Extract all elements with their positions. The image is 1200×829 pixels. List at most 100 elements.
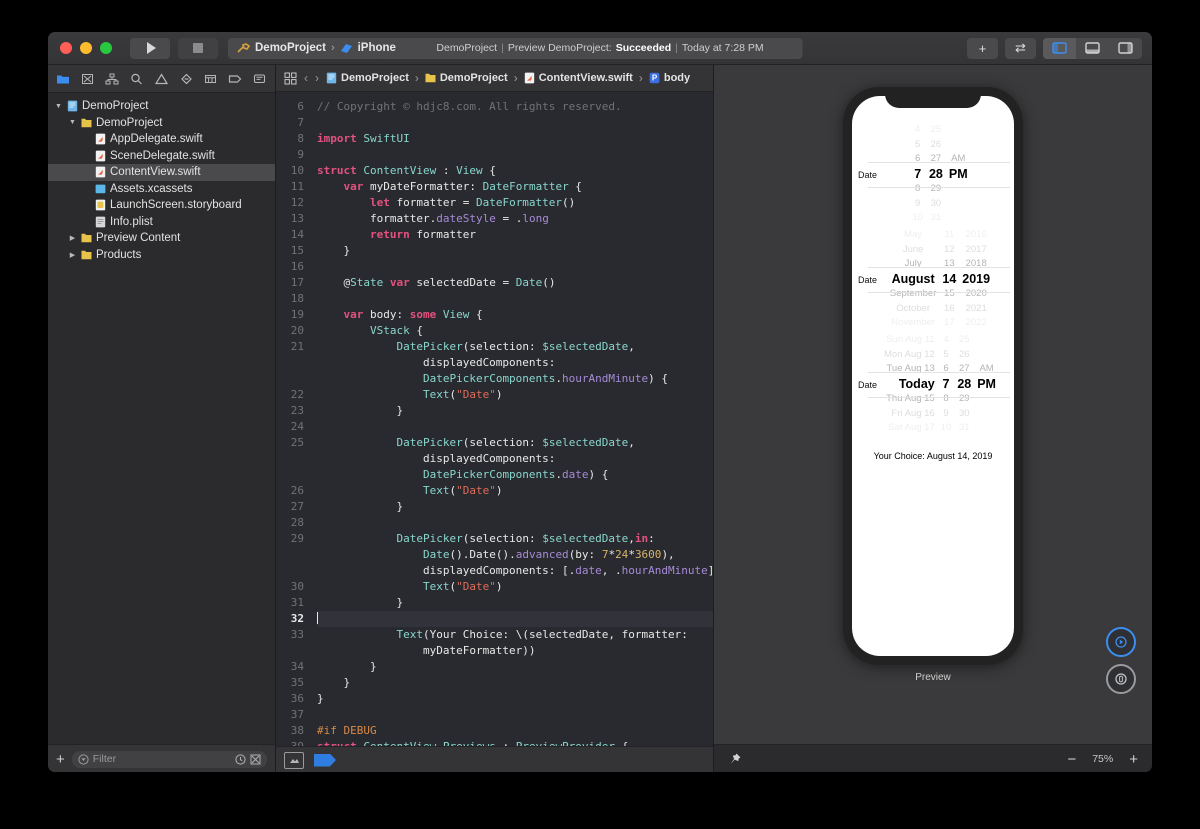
add-file-button[interactable]: + <box>56 751 65 768</box>
symbol-navigator-tab[interactable] <box>101 68 124 89</box>
picker-item[interactable]: Mon Aug 12 <box>884 348 935 363</box>
picker-item[interactable] <box>957 182 960 197</box>
picker-item[interactable]: 13 <box>944 257 955 272</box>
code-line[interactable]: DatePicker(selection: $selectedDate, <box>317 435 713 451</box>
tree-item-selected[interactable]: ▶ContentView.swift <box>48 164 275 181</box>
find-navigator-tab[interactable] <box>126 68 149 89</box>
breadcrumb-item[interactable]: ContentView.swift <box>524 72 633 84</box>
picker-item[interactable]: 25 <box>931 123 942 138</box>
tree-item[interactable]: ▶ Products <box>48 247 275 264</box>
code-line[interactable]: #if DEBUG <box>317 723 713 739</box>
picker-item[interactable]: May <box>904 228 922 243</box>
debug-navigator-tab[interactable] <box>199 68 222 89</box>
add-editor-button[interactable]: + <box>967 37 998 59</box>
picker-item[interactable]: 26 <box>931 138 942 153</box>
picker-item[interactable]: AM <box>951 152 965 167</box>
picker-item[interactable]: 6 <box>915 152 920 167</box>
picker-item[interactable]: 10 <box>912 211 923 226</box>
picker-item[interactable]: Today <box>899 377 935 392</box>
picker-item[interactable]: 16 <box>944 302 955 317</box>
picker-item[interactable]: PM <box>949 167 968 182</box>
code-line[interactable]: DatePicker(selection: $selectedDate, <box>317 339 713 355</box>
picker-wheel-hour[interactable]: 4 5 6 7 8 9 10 <box>912 123 923 226</box>
code-line[interactable]: return formatter <box>317 227 713 243</box>
picker-item[interactable]: 2020 <box>966 287 987 302</box>
code-line[interactable]: struct ContentView : View { <box>317 163 713 179</box>
breadcrumb-item[interactable]: DemoProject <box>425 72 508 84</box>
maximize-button[interactable] <box>100 42 112 54</box>
picker-item[interactable]: 2022 <box>966 316 987 331</box>
breakpoint-navigator-tab[interactable] <box>224 68 247 89</box>
picker-item[interactable]: Fri Aug 16 <box>891 407 934 422</box>
date-picker[interactable]: Date May June July August September October Nov… <box>852 227 1014 332</box>
tree-item[interactable]: ▼ DemoProject <box>48 98 275 115</box>
picker-item[interactable] <box>985 407 988 422</box>
disclosure-triangle[interactable]: ▶ <box>68 251 77 259</box>
picker-item[interactable]: PM <box>977 377 996 392</box>
picker-item[interactable]: 6 <box>943 362 948 377</box>
picker-wheel-hour[interactable]: 4 5 6 7 8 9 10 <box>941 333 952 436</box>
picker-item[interactable]: November <box>891 316 935 331</box>
issue-navigator-tab[interactable] <box>150 68 173 89</box>
code-line[interactable]: } <box>317 403 713 419</box>
scheme-selector[interactable]: DemoProject › iPhone Xʀ <box>228 37 423 59</box>
picker-item[interactable] <box>957 211 960 226</box>
picker-item[interactable]: 27 <box>931 152 942 167</box>
related-items-icon[interactable] <box>284 72 297 85</box>
date-picker[interactable]: Date 4 5 6 7 8 9 10 25 26 27 28 29 30 31 AM PM <box>852 122 1014 227</box>
code-line[interactable]: Date().Date().advanced(by: 7*24*3600), <box>317 547 713 563</box>
zoom-out-button[interactable]: − <box>1067 751 1076 768</box>
minimize-button[interactable] <box>80 42 92 54</box>
code-line[interactable]: } <box>317 691 713 707</box>
picker-wheel-meridiem[interactable]: AM PM <box>949 123 968 226</box>
code-line[interactable]: var body: some View { <box>317 307 713 323</box>
picker-item[interactable]: 7 <box>914 167 921 182</box>
picker-item[interactable]: September <box>890 287 936 302</box>
picker-item[interactable]: 28 <box>957 377 971 392</box>
picker-item[interactable]: 30 <box>959 407 970 422</box>
code-line[interactable]: let formatter = DateFormatter() <box>317 195 713 211</box>
code-line[interactable] <box>317 515 713 531</box>
filter-field[interactable]: Filter <box>71 750 267 768</box>
picker-wheel-month[interactable]: May June July August September October Novembe… <box>890 228 936 331</box>
picker-item[interactable] <box>985 392 988 407</box>
picker-item[interactable]: 15 <box>944 287 955 302</box>
picker-wheel-day[interactable]: 11 12 13 14 15 16 17 <box>942 228 956 331</box>
code-line[interactable]: DatePickerComponents.hourAndMinute) { <box>317 371 713 387</box>
disclosure-triangle[interactable]: ▼ <box>68 119 77 126</box>
picker-item[interactable]: 27 <box>959 362 970 377</box>
code-line[interactable]: Text("Date") <box>317 483 713 499</box>
picker-item[interactable]: 4 <box>943 333 948 348</box>
code-line[interactable]: var myDateFormatter: DateFormatter { <box>317 179 713 195</box>
breadcrumb-item[interactable]: DemoProject <box>326 72 409 84</box>
code-line[interactable]: // Copyright © hdjc8.com. All rights res… <box>317 99 713 115</box>
picker-item[interactable]: 5 <box>943 348 948 363</box>
live-preview-button[interactable] <box>1106 627 1136 657</box>
picker-item[interactable]: 7 <box>943 377 950 392</box>
picker-wheel-day[interactable]: Sun Aug 11 Mon Aug 12 Tue Aug 13 Today Thu A… <box>884 333 935 436</box>
picker-item[interactable]: 11 <box>944 228 954 243</box>
run-button[interactable] <box>130 37 170 59</box>
picker-item[interactable]: 8 <box>915 182 920 197</box>
tree-item[interactable]: ▶Assets.xcassets <box>48 181 275 198</box>
picker-wheel-minute[interactable]: 25 26 27 28 29 30 31 <box>929 123 943 226</box>
picker-item[interactable]: 9 <box>943 407 948 422</box>
picker-item[interactable]: 2021 <box>966 302 987 317</box>
zoom-in-button[interactable]: + <box>1129 751 1138 768</box>
code-line[interactable]: } <box>317 595 713 611</box>
code-line[interactable]: Text(Your Choice: \(selectedDate, format… <box>317 627 713 643</box>
picker-item[interactable] <box>957 197 960 212</box>
picker-item[interactable]: 17 <box>944 316 955 331</box>
picker-item[interactable] <box>957 123 960 138</box>
picker-item[interactable]: 14 <box>942 272 956 287</box>
picker-item[interactable]: 2019 <box>962 272 990 287</box>
code-line[interactable] <box>317 419 713 435</box>
code-line[interactable] <box>317 147 713 163</box>
code-line[interactable]: struct ContentView_Previews : PreviewPro… <box>317 739 713 746</box>
picker-item[interactable]: 29 <box>959 392 970 407</box>
code-line[interactable]: } <box>317 659 713 675</box>
code-line[interactable] <box>317 115 713 131</box>
picker-item[interactable]: 25 <box>959 333 970 348</box>
source-text[interactable]: // Copyright © hdjc8.com. All rights res… <box>311 92 713 746</box>
split-editor-icon[interactable] <box>284 751 304 769</box>
